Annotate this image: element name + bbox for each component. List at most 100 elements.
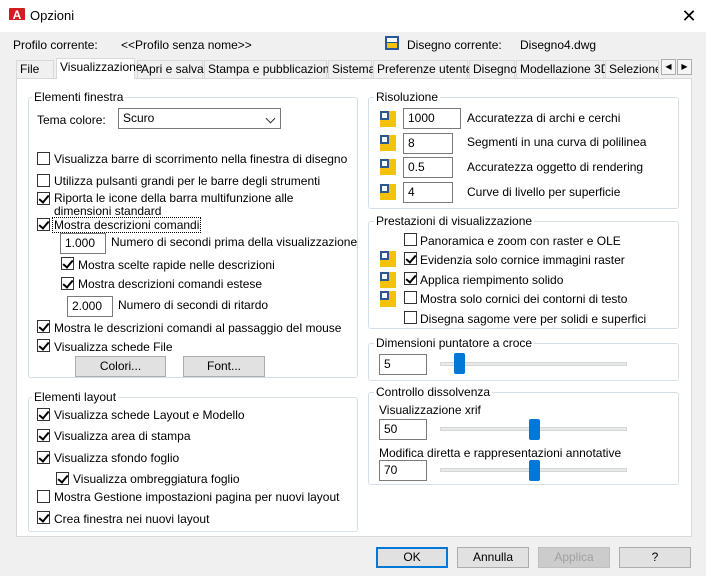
title-bar (0, 0, 706, 32)
tooltip-delay-label: Numero di secondi prima della visualizza… (111, 235, 358, 249)
cancel-button[interactable]: Annulla (457, 547, 529, 568)
chk-true-silhouettes-label: Disegna sagome vere per solidi e superfi… (420, 312, 647, 326)
autocad-logo-icon: A (9, 8, 25, 24)
chk-highlight-raster-frame-label: Evidenzia solo cornice immagini raster (420, 253, 625, 267)
chk-paper-background[interactable] (37, 451, 50, 464)
chk-pan-zoom-raster[interactable] (404, 233, 417, 246)
arc-smoothness-input[interactable]: 1000 (403, 108, 461, 129)
tab-file[interactable]: File (16, 60, 54, 78)
chk-ribbon-icons-label2: dimensioni standard (54, 204, 162, 218)
colors-button[interactable]: Colori... (75, 356, 166, 377)
group-title-window-elements: Elementi finestra (32, 90, 126, 104)
tab-visualizzazione[interactable]: Visualizzazione (56, 58, 143, 79)
chk-print-area-label: Visualizza area di stampa (54, 429, 191, 443)
drawing-setting-icon (380, 251, 396, 267)
tab-stampa[interactable]: Stampa e pubblicazione (204, 60, 336, 78)
tab-modellazione[interactable]: Modellazione 3D (516, 60, 609, 78)
profile-label: Profilo corrente: (13, 38, 98, 52)
tab-apri-salva[interactable]: Apri e salva (137, 60, 204, 78)
group-title-resolution: Risoluzione (374, 90, 441, 104)
chevron-down-icon (265, 113, 276, 124)
chk-paper-background-label: Visualizza sfondo foglio (54, 451, 180, 465)
tab-disegno[interactable]: Disegno (469, 60, 517, 78)
chk-scrollbars[interactable] (37, 152, 50, 165)
crosshair-size-input[interactable]: 5 (379, 354, 427, 375)
drawing-setting-icon (380, 135, 396, 151)
chk-solid-fill[interactable] (404, 272, 417, 285)
crosshair-slider-thumb[interactable] (454, 353, 466, 374)
xref-fade-label: Visualizzazione xrif (379, 403, 481, 417)
xref-fade-input[interactable]: 50 (379, 419, 427, 440)
chk-paper-shadow[interactable] (56, 472, 69, 485)
chk-text-frames[interactable] (404, 291, 417, 304)
tab-preferenze[interactable]: Preferenze utente (373, 60, 472, 78)
chk-file-tabs[interactable] (37, 339, 50, 352)
crosshair-slider-track[interactable] (440, 362, 627, 366)
window-title: Opzioni (30, 8, 75, 23)
drawing-setting-icon (380, 111, 396, 127)
tab-scroll-left-icon[interactable]: ◀ (661, 59, 676, 75)
chk-shortcuts-in-tooltips-label: Mostra scelte rapide nelle descrizioni (78, 258, 275, 272)
extended-delay-label: Numero di secondi di ritardo (118, 298, 269, 312)
chk-tooltips[interactable] (37, 218, 50, 231)
drawing-label: Disegno corrente: (407, 38, 502, 52)
render-smoothness-input[interactable]: 0.5 (403, 157, 453, 178)
drawing-setting-icon (380, 184, 396, 200)
drawing-setting-icon (380, 272, 396, 288)
polyline-segments-label: Segmenti in una curva di polilinea (467, 135, 647, 149)
chk-print-area[interactable] (37, 429, 50, 442)
chk-rollover-tooltips-label: Mostra le descrizioni comandi al passagg… (54, 321, 342, 335)
chk-ribbon-icons[interactable] (37, 192, 50, 205)
contour-lines-input[interactable]: 4 (403, 182, 453, 203)
theme-select-value: Scuro (123, 111, 155, 125)
chk-layout-model-tabs[interactable] (37, 408, 50, 421)
drawing-setting-icon (380, 291, 396, 307)
group-title-crosshair: Dimensioni puntatore a croce (374, 336, 535, 350)
ok-button[interactable]: OK (376, 547, 448, 568)
tab-sistema[interactable]: Sistema (328, 60, 375, 78)
apply-button[interactable]: Applica (538, 547, 610, 568)
profile-value: <<Profilo senza nome>> (121, 38, 252, 52)
close-icon[interactable]: ✕ (678, 5, 700, 27)
chk-ribbon-icons-label: Riporta le icone della barra multifunzio… (54, 191, 294, 205)
chk-pan-zoom-raster-label: Panoramica e zoom con raster e OLE (420, 234, 621, 248)
chk-viewport-new-layouts-label: Crea finestra nei nuovi layout (54, 512, 210, 526)
render-smoothness-label: Accuratezza oggetto di rendering (467, 160, 644, 174)
theme-label: Tema colore: (37, 113, 106, 127)
drawing-icon (385, 36, 399, 50)
arc-smoothness-label: Accuratezza di archi e cerchi (467, 111, 621, 125)
inplace-fade-input[interactable]: 70 (379, 460, 427, 481)
drawing-setting-icon (380, 159, 396, 175)
group-title-performance: Prestazioni di visualizzazione (374, 214, 535, 228)
chk-page-setup-manager-label: Mostra Gestione impostazioni pagina per … (54, 490, 340, 504)
polyline-segments-input[interactable]: 8 (403, 133, 453, 154)
theme-select[interactable]: Scuro (118, 108, 281, 129)
inplace-fade-label: Modifica diretta e rappresentazioni anno… (379, 446, 622, 460)
chk-extended-tooltips[interactable] (61, 277, 74, 290)
chk-highlight-raster-frame[interactable] (404, 252, 417, 265)
chk-solid-fill-label: Applica riempimento solido (420, 273, 564, 287)
tab-scroll-right-icon[interactable]: ▶ (677, 59, 692, 75)
xref-fade-slider-thumb[interactable] (528, 419, 540, 440)
chk-shortcuts-in-tooltips[interactable] (61, 257, 74, 270)
chk-file-tabs-label: Visualizza schede File (54, 340, 173, 354)
help-button[interactable]: ? (619, 547, 691, 568)
tab-selezione[interactable]: Selezione (605, 60, 659, 78)
tab-strip: File Visualizzazione Apri e salva Stampa… (16, 58, 692, 79)
inplace-fade-slider-thumb[interactable] (528, 460, 540, 481)
chk-true-silhouettes[interactable] (404, 311, 417, 324)
tooltip-delay-input[interactable]: 1.000 (60, 233, 106, 254)
chk-rollover-tooltips[interactable] (37, 320, 50, 333)
chk-layout-model-tabs-label: Visualizza schede Layout e Modello (54, 408, 245, 422)
chk-viewport-new-layouts[interactable] (37, 511, 50, 524)
drawing-value: Disegno4.dwg (520, 38, 597, 52)
chk-large-buttons[interactable] (37, 174, 50, 187)
chk-tooltips-label: Mostra descrizioni comandi (52, 217, 202, 233)
contour-lines-label: Curve di livello per superficie (467, 185, 621, 199)
chk-extended-tooltips-label: Mostra descrizioni comandi estese (78, 277, 263, 291)
chk-page-setup-manager[interactable] (37, 490, 50, 503)
font-button[interactable]: Font... (183, 356, 265, 377)
extended-delay-input[interactable]: 2.000 (67, 296, 113, 317)
chk-text-frames-label: Mostra solo cornici dei contorni di test… (420, 292, 628, 306)
group-title-fade: Controllo dissolvenza (374, 385, 493, 399)
